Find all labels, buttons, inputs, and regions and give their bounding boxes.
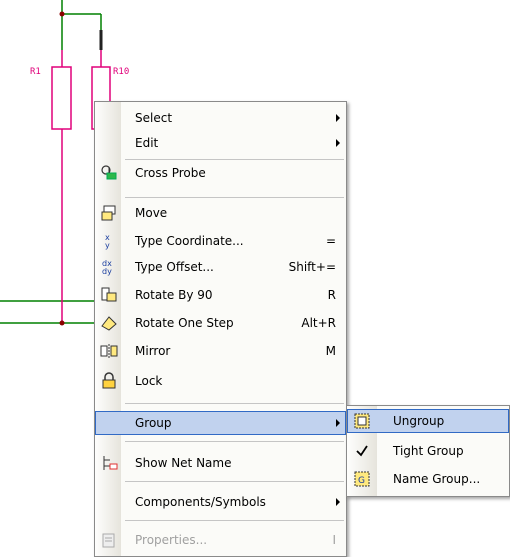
menu-item-rotate-90[interactable]: Rotate By 90 R (95, 283, 346, 307)
menu-item-type-coordinate[interactable]: xy Type Coordinate... = (95, 229, 346, 253)
menu-item-label: Move (135, 206, 168, 220)
group-submenu: Ungroup Tight Group G Name Group... (346, 405, 510, 497)
menu-item-label: Cross Probe (135, 166, 206, 180)
menu-item-shortcut: M (325, 344, 336, 358)
menu-item-rotate-one-step[interactable]: Rotate One Step Alt+R (95, 311, 346, 335)
junction-dot (59, 320, 65, 326)
resistor-r1-body (51, 66, 72, 130)
menu-item-label: Components/Symbols (135, 495, 266, 509)
menu-item-label: Mirror (135, 344, 171, 358)
menu-separator (125, 441, 344, 442)
menu-item-lock[interactable]: Lock (95, 369, 346, 393)
menu-item-label: Lock (135, 374, 163, 388)
menu-item-label: Rotate By 90 (135, 288, 213, 302)
junction-dot (59, 11, 65, 17)
submenu-arrow-icon (336, 419, 340, 427)
menu-item-components-symbols[interactable]: Components/Symbols (95, 490, 346, 514)
menu-separator (125, 403, 344, 404)
rotate-90-icon (100, 286, 118, 304)
rotate-step-icon (100, 314, 118, 332)
menu-separator (125, 481, 344, 482)
lock-icon (100, 372, 118, 390)
svg-text:dy: dy (102, 267, 112, 276)
menu-item-label: Properties... (135, 533, 208, 547)
move-icon (100, 204, 118, 222)
type-coordinate-icon: xy (100, 232, 118, 250)
name-group-icon: G (353, 470, 371, 488)
menu-item-group[interactable]: Group (95, 411, 346, 435)
checkmark-icon (353, 442, 371, 460)
ungroup-icon (353, 412, 371, 430)
menu-item-show-net-name[interactable]: Show Net Name (95, 451, 346, 475)
menu-item-label: Show Net Name (135, 456, 232, 470)
r1-label: R1 (30, 67, 41, 77)
menu-item-shortcut: = (325, 234, 336, 248)
menu-item-type-offset[interactable]: dx dy Type Offset... Shift+= (95, 255, 346, 279)
menu-item-properties[interactable]: Properties... I (95, 528, 346, 552)
menu-item-cross-probe[interactable]: Cross Probe (95, 161, 346, 185)
submenu-arrow-icon (336, 139, 340, 147)
mirror-icon (100, 342, 118, 360)
menu-item-label: Edit (135, 136, 159, 150)
menu-item-move[interactable]: Move (95, 201, 346, 225)
context-menu: Select Edit Cross Probe Move xy Type Coo… (94, 101, 347, 557)
menu-item-label: Type Coordinate... (135, 234, 244, 248)
menu-item-label: Group (135, 416, 172, 430)
menu-item-shortcut: R (327, 288, 336, 302)
r10-label: R10 (113, 67, 130, 77)
menu-separator (125, 197, 344, 198)
menu-item-mirror[interactable]: Mirror M (95, 339, 346, 363)
menu-item-label: Tight Group (393, 444, 464, 458)
menu-item-edit[interactable]: Edit (95, 131, 346, 155)
menu-item-label: Rotate One Step (135, 316, 234, 330)
menu-item-shortcut: Alt+R (301, 316, 336, 330)
svg-text:y: y (105, 241, 110, 250)
submenu-arrow-icon (336, 114, 340, 122)
net-name-icon (100, 454, 118, 472)
menu-item-label: Select (135, 111, 173, 125)
submenu-arrow-icon (336, 498, 340, 506)
menu-separator (125, 159, 344, 160)
type-offset-icon: dx dy (100, 258, 118, 276)
svg-text:G: G (358, 476, 365, 486)
menu-item-shortcut: I (332, 533, 336, 547)
cross-probe-icon (100, 164, 118, 182)
menu-item-tight-group[interactable]: Tight Group (347, 439, 509, 463)
menu-item-ungroup[interactable]: Ungroup (347, 409, 509, 433)
menu-item-label: Name Group... (393, 472, 481, 486)
menu-item-shortcut: Shift+= (288, 260, 336, 274)
menu-item-name-group[interactable]: G Name Group... (347, 467, 509, 491)
menu-item-label: Type Offset... (135, 260, 214, 274)
menu-item-select[interactable]: Select (95, 106, 346, 130)
menu-item-label: Ungroup (393, 414, 445, 428)
menu-separator (125, 520, 344, 521)
properties-icon (100, 531, 118, 549)
